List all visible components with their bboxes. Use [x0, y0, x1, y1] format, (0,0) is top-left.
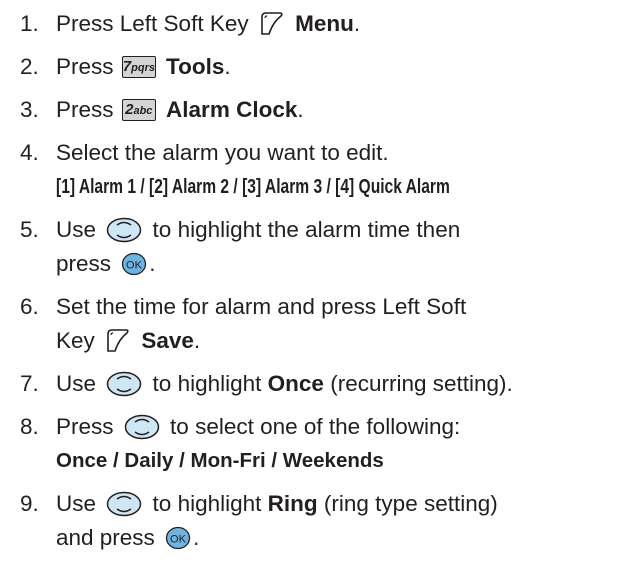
left-soft-key-icon [105, 327, 131, 353]
key-7-icon: 7pqrs [121, 56, 156, 79]
navigation-key-icon [106, 217, 142, 243]
key-2-icon: 2abc [121, 99, 156, 122]
step-number: 1. [20, 11, 39, 36]
ok-key-icon: OK [165, 526, 191, 550]
navigation-key-icon [106, 491, 142, 517]
ok-key-icon: OK [121, 252, 147, 276]
alarm-options: [1] Alarm 1 / [2] Alarm 2 / [3] Alarm 3 … [56, 176, 450, 198]
navigation-key-icon [124, 414, 160, 440]
step-text: Press Left Soft Key Menu. [56, 10, 361, 36]
svg-text:OK: OK [126, 260, 143, 272]
left-soft-key-icon [259, 10, 285, 36]
navigation-key-icon [106, 371, 142, 397]
svg-text:OK: OK [170, 534, 187, 546]
